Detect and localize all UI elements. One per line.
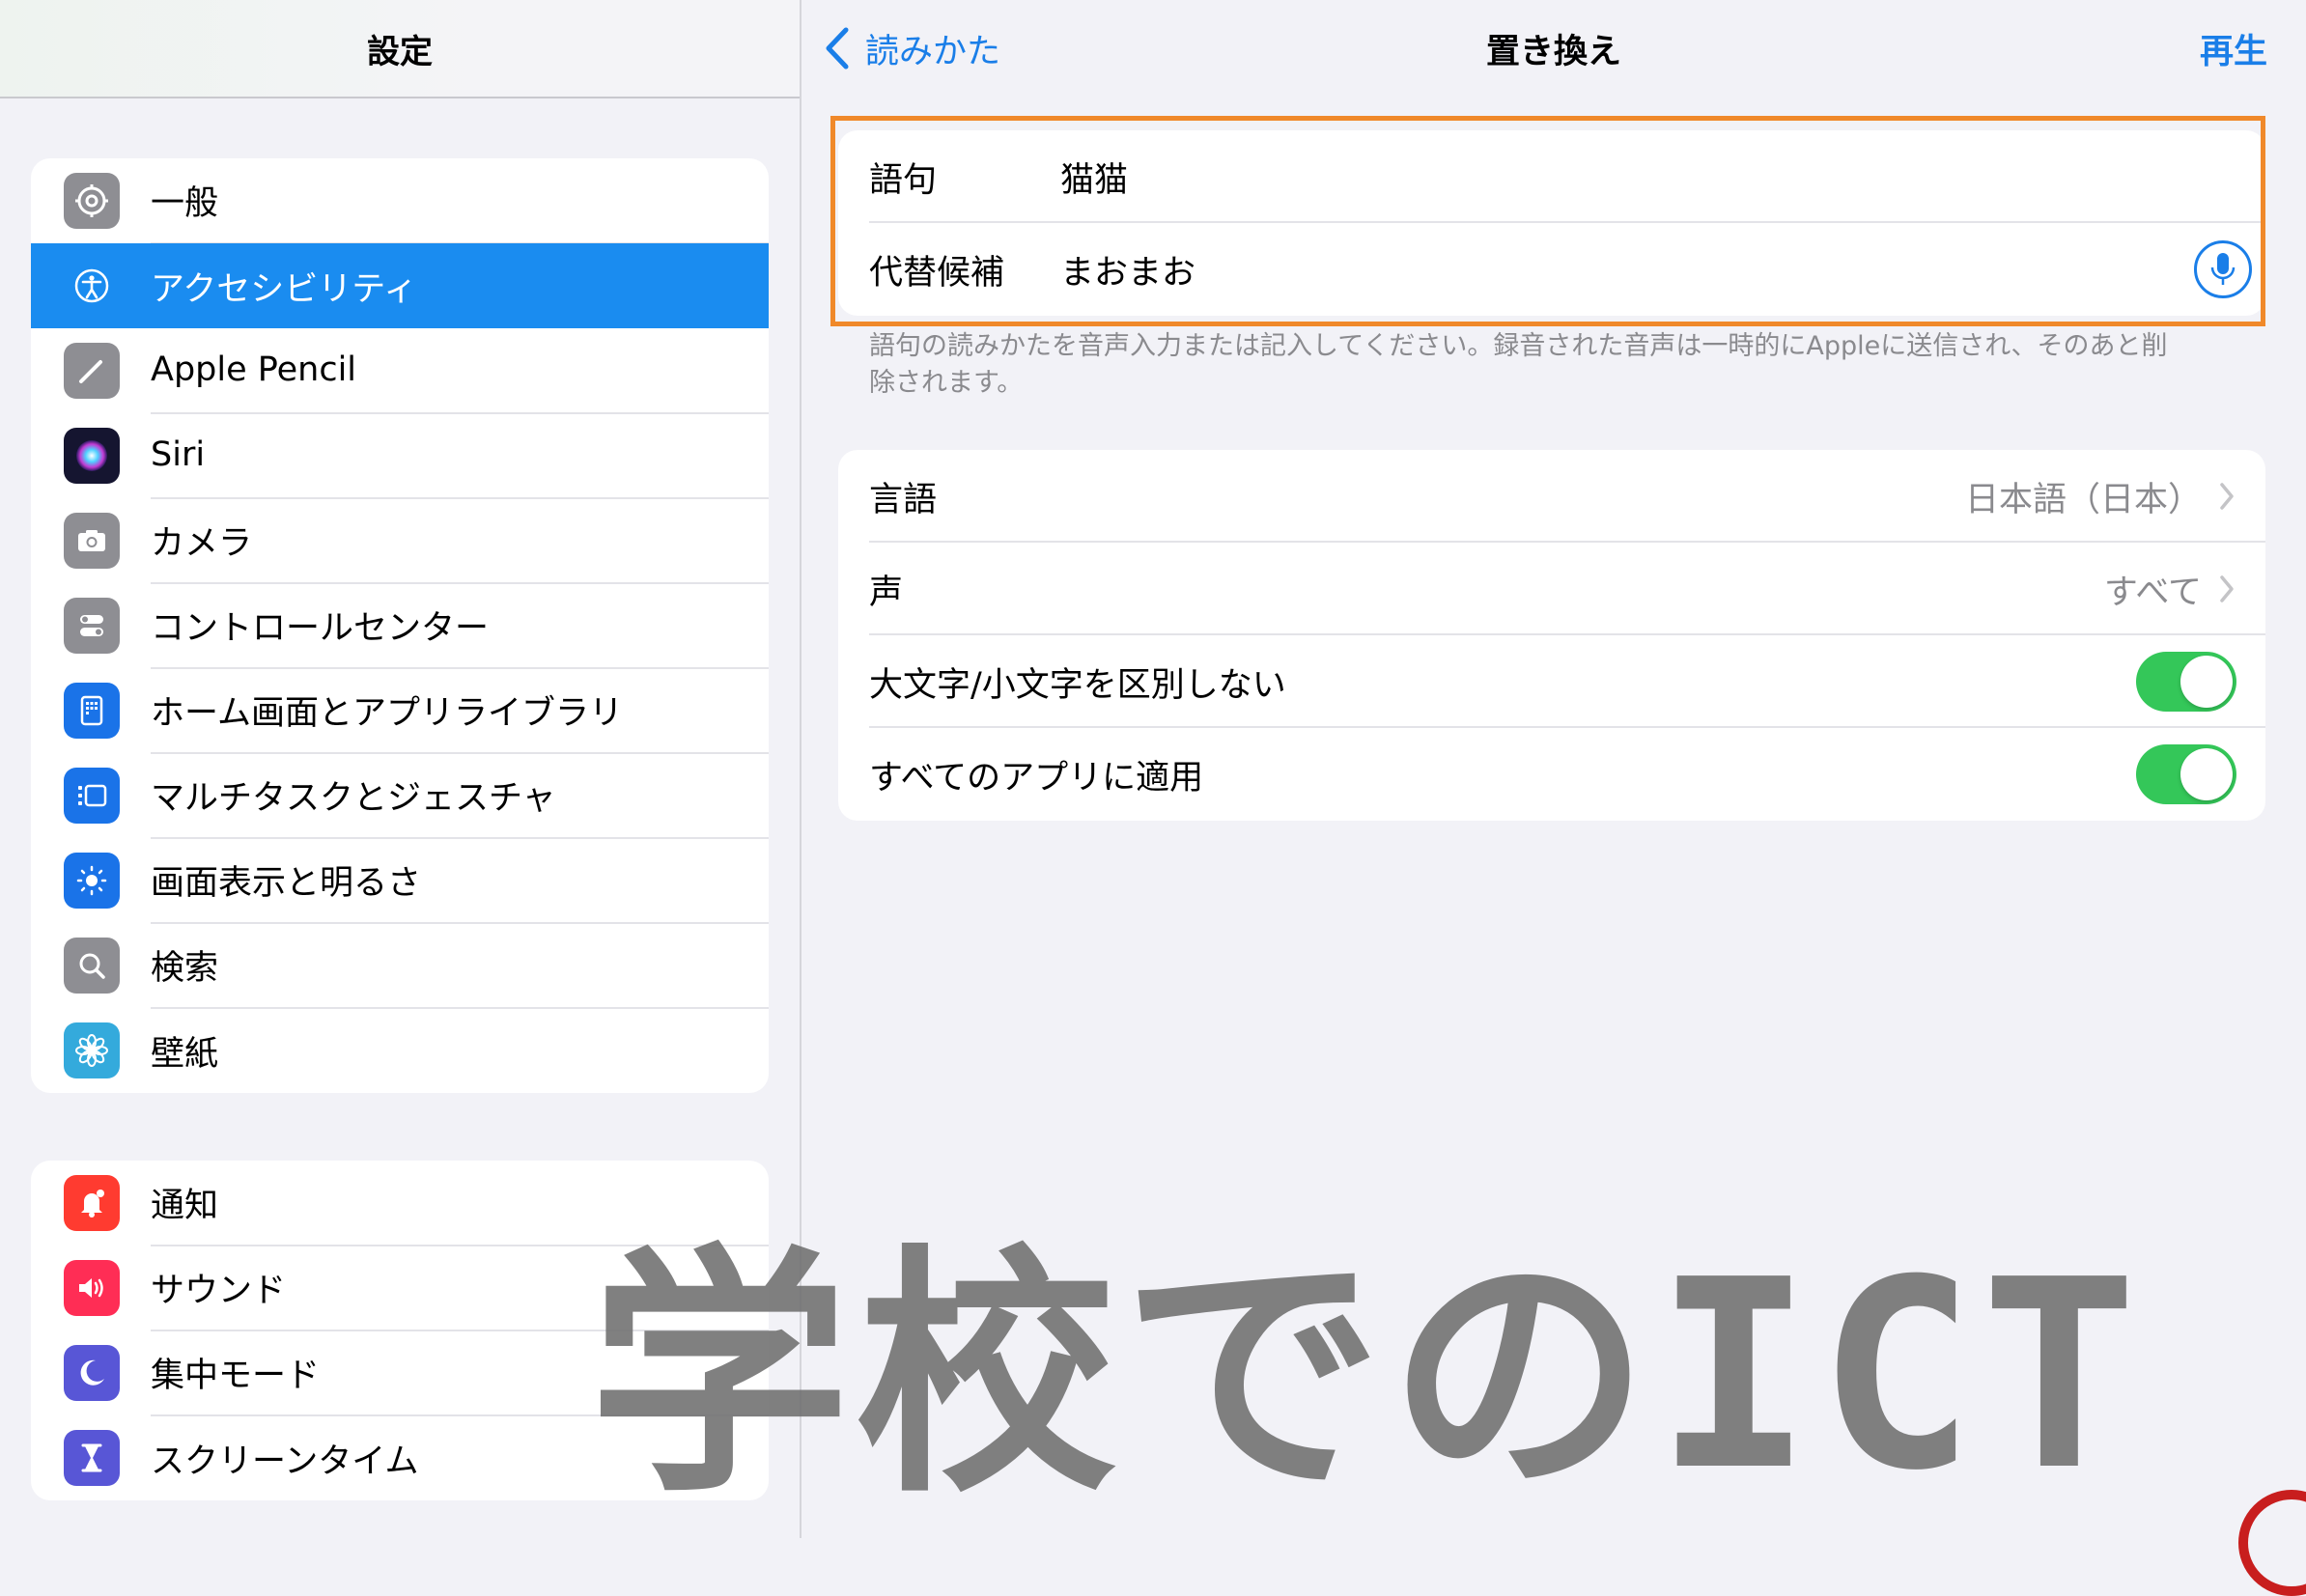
sidebar-group-main: 一般 アクセシビリティ Apple Pencil Siri カメラ コントロール… — [31, 158, 769, 1093]
toggle-knob — [2180, 748, 2233, 800]
search-icon — [64, 938, 120, 994]
sidebar-item-label: 壁紙 — [151, 1034, 219, 1074]
siri-icon — [64, 428, 120, 484]
chevron-right-icon — [2220, 575, 2234, 602]
camera-icon — [64, 513, 120, 569]
sidebar-item-label: マルチタスクとジェスチャ — [151, 752, 769, 839]
sidebar-item-label: Siri — [151, 412, 769, 499]
highlight-annotation-box — [830, 116, 2265, 326]
voice-label: 声 — [869, 573, 904, 612]
play-button[interactable]: 再生 — [2200, 17, 2267, 79]
sidebar-item-wallpaper[interactable]: 壁紙 — [31, 1008, 769, 1093]
options-card: 言語 日本語（日本） 声 すべて 大文字/小文字を区別しない すべてのアプリに適… — [838, 450, 2265, 821]
sidebar-item-label: コントロールセンター — [151, 582, 769, 669]
sidebar-item-home-screen[interactable]: ホーム画面とアプリライブラリ — [31, 667, 769, 754]
sidebar-item-accessibility[interactable]: アクセシビリティ — [31, 243, 769, 328]
sidebar-item-label: 検索 — [151, 922, 769, 1009]
page-title: 置き換え — [1485, 32, 1621, 71]
speaker-icon — [64, 1260, 120, 1316]
sidebar-item-display[interactable]: 画面表示と明るさ — [31, 837, 769, 924]
pencil-icon — [64, 343, 120, 399]
sidebar-item-label: 一般 — [151, 158, 769, 244]
voice-value: すべて — [2104, 565, 2236, 614]
ignore-case-row: 大文字/小文字を区別しない — [838, 635, 2265, 728]
all-apps-toggle[interactable] — [2136, 744, 2236, 804]
sidebar-header: 設定 — [0, 0, 800, 98]
bell-icon — [64, 1175, 120, 1231]
sidebar-item-apple-pencil[interactable]: Apple Pencil — [31, 327, 769, 414]
dictation-footnote: 語句の読みかたを音声入力または記入してください。録音された音声は一時的にAppl… — [869, 331, 2168, 398]
moon-icon — [64, 1345, 120, 1401]
sidebar-item-camera[interactable]: カメラ — [31, 497, 769, 584]
sidebar-title: 設定 — [367, 32, 433, 71]
sidebar-item-siri[interactable]: Siri — [31, 412, 769, 499]
language-label: 言語 — [869, 480, 938, 519]
navigation-bar: 読みかた 置き換え 再生 — [801, 0, 2306, 97]
sidebar-item-general[interactable]: 一般 — [31, 158, 769, 244]
hourglass-icon — [64, 1430, 120, 1486]
gear-icon — [64, 173, 120, 229]
wallpaper-icon — [64, 1022, 120, 1078]
all-apps-row: すべてのアプリに適用 — [838, 728, 2265, 821]
voice-value-text: すべて — [2103, 573, 2202, 612]
accessibility-icon — [64, 258, 120, 314]
sidebar-item-label: 画面表示と明るさ — [151, 837, 769, 924]
ignore-case-toggle[interactable] — [2136, 652, 2236, 712]
language-row[interactable]: 言語 日本語（日本） — [838, 450, 2265, 543]
sidebar-item-label: Apple Pencil — [151, 327, 769, 414]
chevron-right-icon — [2220, 483, 2234, 510]
language-value: 日本語（日本） — [1965, 472, 2236, 521]
toggle-knob — [2180, 656, 2233, 708]
sidebar-item-control-center[interactable]: コントロールセンター — [31, 582, 769, 669]
sidebar-item-label: カメラ — [151, 497, 769, 584]
voice-row[interactable]: 声 すべて — [838, 543, 2265, 635]
home-screen-icon — [64, 683, 120, 739]
sidebar-item-label: アクセシビリティ — [151, 269, 418, 309]
ignore-case-label: 大文字/小文字を区別しない — [869, 665, 1286, 705]
language-value-text: 日本語（日本） — [1964, 480, 2202, 519]
control-center-icon — [64, 598, 120, 654]
sidebar-item-search[interactable]: 検索 — [31, 922, 769, 1009]
sidebar-item-multitasking[interactable]: マルチタスクとジェスチャ — [31, 752, 769, 839]
all-apps-label: すべてのアプリに適用 — [869, 758, 1204, 798]
multitask-icon — [64, 768, 120, 824]
brightness-icon — [64, 853, 120, 909]
sidebar-item-label: ホーム画面とアプリライブラリ — [151, 667, 769, 754]
watermark-text: 学校でのICT — [589, 1222, 2144, 1498]
